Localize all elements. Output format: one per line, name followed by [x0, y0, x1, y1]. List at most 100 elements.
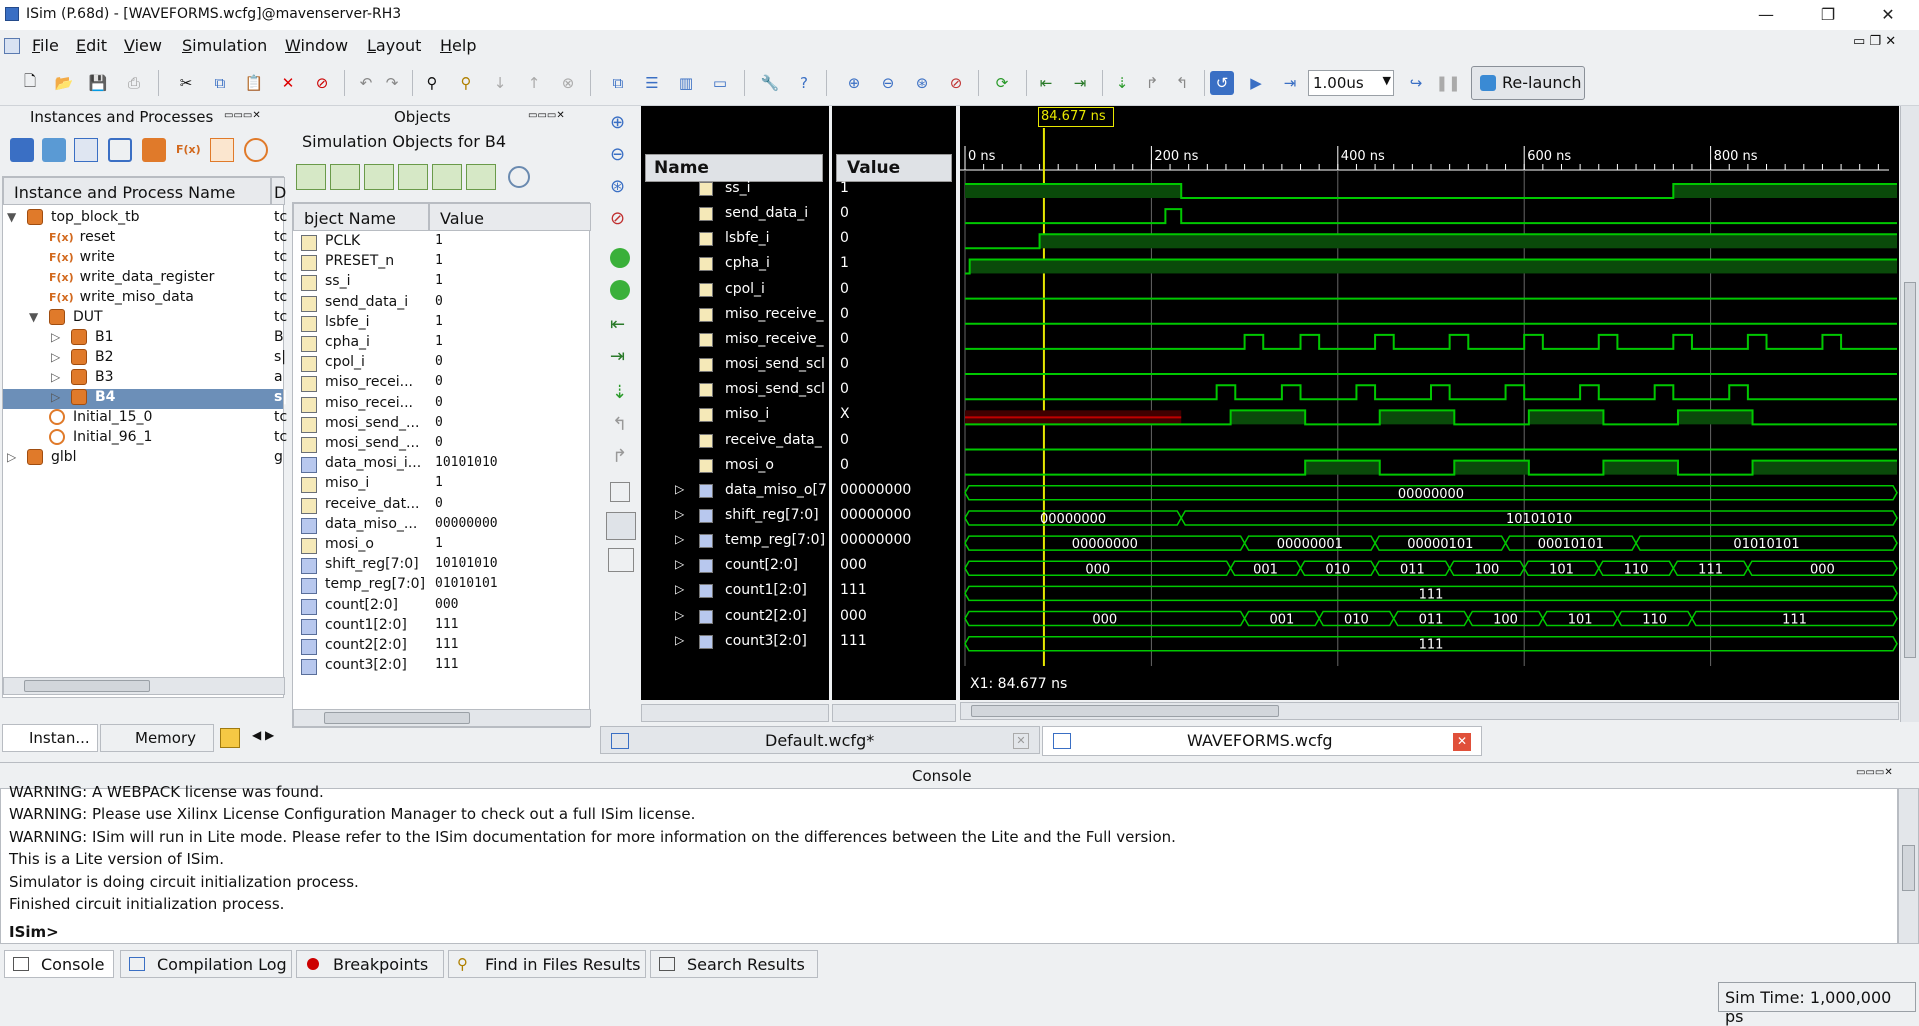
object-row[interactable]: cpha_i 1 — [293, 334, 591, 354]
tree-item[interactable]: F(x) reset tc — [3, 229, 287, 249]
column-header-object-name[interactable]: bject Name — [293, 203, 429, 231]
expand-icon[interactable] — [108, 138, 132, 162]
object-row[interactable]: PCLK 1 — [293, 233, 591, 253]
object-row[interactable]: miso_recei... 0 — [293, 374, 591, 394]
object-row[interactable]: PRESET_n 1 — [293, 253, 591, 273]
list-icon[interactable] — [74, 138, 98, 162]
find-prev-icon[interactable]: ↑ — [522, 71, 546, 95]
object-row[interactable]: temp_reg[7:0] 01010101 — [293, 576, 591, 596]
new-icon[interactable]: 🗋 — [18, 71, 42, 95]
zoom-in-icon[interactable]: ⊕ — [842, 71, 866, 95]
console-vscrollbar[interactable] — [1898, 788, 1919, 944]
tree-item[interactable]: F(x) write_data_register tc — [3, 269, 287, 289]
tile-vertical-icon[interactable]: ▥ — [674, 71, 698, 95]
run-time-input[interactable]: 1.00us ▼ — [1308, 70, 1394, 96]
tree-item[interactable]: ▼ top_block_tb tc — [3, 209, 287, 229]
restore-button[interactable]: ❐ — [1806, 3, 1850, 27]
copy-icon[interactable]: ⧉ — [208, 71, 232, 95]
object-row[interactable]: data_miso_... 00000000 — [293, 516, 591, 536]
menu-help[interactable]: Help — [440, 36, 476, 55]
prev-transition-icon[interactable]: ↰ — [612, 414, 627, 435]
prev-marker-icon[interactable] — [610, 248, 630, 268]
cut-icon[interactable]: ✂ — [174, 71, 198, 95]
object-row[interactable]: count3[2:0] 111 — [293, 657, 591, 677]
tree-item[interactable]: ▷ B1 B — [3, 329, 284, 349]
object-row[interactable]: cpol_i 0 — [293, 354, 591, 374]
menu-file[interactable]: File — [32, 36, 59, 55]
step-icon[interactable]: ⇣ — [1110, 71, 1134, 95]
tree-item[interactable]: ▷ B4 s| — [3, 389, 287, 409]
redo-icon[interactable]: ↷ — [380, 71, 404, 95]
notes-icon[interactable] — [220, 728, 240, 748]
expand-toggle-icon[interactable]: ▷ — [51, 330, 60, 344]
tree-item[interactable]: ▷ B2 s| — [3, 349, 286, 369]
relaunch-button[interactable]: Re-launch — [1471, 66, 1585, 100]
tree-item[interactable]: ▷ glbl g — [3, 449, 283, 469]
next-transition-icon[interactable]: ↱ — [612, 446, 627, 467]
close-icon[interactable]: ✕ — [1013, 733, 1029, 749]
tab-find-in-files-results[interactable]: ⚲ Find in Files Results — [448, 950, 646, 978]
process-icon[interactable] — [210, 138, 234, 162]
clear-icon[interactable]: ⊗ — [556, 71, 580, 95]
expand-toggle-icon[interactable]: ▷ — [51, 350, 60, 364]
tab-waveforms-wcfg[interactable]: WAVEFORMS.wcfg ✕ — [1042, 726, 1482, 756]
function-icon[interactable]: F(x) — [176, 138, 202, 162]
tab-memory[interactable]: Memory — [100, 724, 214, 752]
tab-search-results[interactable]: Search Results — [650, 950, 818, 978]
object-row[interactable]: mosi_send_... 0 — [293, 415, 591, 435]
column-header-design[interactable]: D — [271, 177, 286, 205]
tree-item[interactable]: Initial_96_1 tc — [3, 429, 287, 449]
step-over-icon[interactable]: ↱ — [1140, 71, 1164, 95]
tree-item[interactable]: ▼ DUT tc — [3, 309, 287, 329]
wave-vscrollbar[interactable] — [1900, 106, 1919, 722]
zoom-cursor-icon[interactable]: ⊘ — [944, 71, 968, 95]
go-end-icon[interactable]: ⇥ — [610, 346, 625, 367]
filter-icon[interactable] — [42, 138, 66, 162]
tab-breakpoints[interactable]: Breakpoints — [296, 950, 444, 978]
tab-console[interactable]: Console — [4, 950, 114, 978]
expand-toggle-icon[interactable]: ▷ — [51, 370, 60, 384]
tab-scroll-arrows[interactable]: ◀ ▶ — [252, 728, 274, 742]
column-header-value[interactable]: Value — [429, 203, 591, 231]
menu-edit[interactable]: Edit — [76, 36, 107, 55]
object-row[interactable]: miso_i 1 — [293, 475, 591, 495]
filter-constants-icon[interactable] — [432, 164, 462, 190]
paste-icon[interactable]: 📋 — [242, 71, 266, 95]
zoom-out-icon[interactable]: ⊖ — [610, 144, 625, 165]
tab-compilation-log[interactable]: Compilation Log — [120, 950, 292, 978]
find-in-files-icon[interactable]: ⚲ — [454, 71, 478, 95]
print-icon[interactable]: ⎙ — [122, 71, 146, 95]
run-for-icon[interactable]: ⇥ — [1278, 71, 1302, 95]
expand-toggle-icon[interactable]: ▷ — [7, 450, 16, 464]
help-icon[interactable]: ? — [792, 71, 816, 95]
instance-icon[interactable] — [142, 138, 166, 162]
window-icon[interactable]: ▭ — [708, 71, 732, 95]
object-row[interactable]: shift_reg[7:0] 10101010 — [293, 556, 591, 576]
layout-icon[interactable] — [608, 548, 634, 572]
filter-outputs-icon[interactable] — [330, 164, 360, 190]
find-next-icon[interactable]: ↓ — [488, 71, 512, 95]
wave-hscrollbar[interactable] — [960, 702, 1899, 720]
object-row[interactable]: receive_dat... 0 — [293, 496, 591, 516]
value-hscrollbar[interactable] — [832, 704, 956, 722]
object-row[interactable]: send_data_i 0 — [293, 294, 591, 314]
panel-controls[interactable]: ▭▭▭✕ — [528, 110, 565, 121]
zoom-fit-icon[interactable]: ⊛ — [610, 176, 625, 197]
restart-icon[interactable]: ↺ — [1210, 71, 1234, 95]
settings-icon[interactable] — [508, 166, 530, 188]
mdi-controls[interactable]: ▭ ❐ ✕ — [1853, 34, 1896, 49]
initial-icon[interactable] — [244, 138, 268, 162]
go-start-icon[interactable]: ⇤ — [1034, 71, 1058, 95]
delete-icon[interactable]: ✕ — [276, 71, 300, 95]
menu-view[interactable]: View — [124, 36, 162, 55]
object-row[interactable]: data_mosi_i... 10101010 — [293, 455, 591, 475]
expand-toggle-icon[interactable]: ▼ — [29, 310, 38, 324]
cascade-icon[interactable]: ⧉ — [606, 71, 630, 95]
run-all-icon[interactable]: ▶ — [1244, 71, 1268, 95]
console-prompt[interactable]: ISim> — [9, 923, 59, 941]
name-hscrollbar[interactable] — [641, 704, 829, 722]
objects-hscrollbar[interactable] — [293, 709, 591, 727]
filter-internal-icon[interactable] — [398, 164, 428, 190]
stop-icon[interactable]: ⊘ — [310, 71, 334, 95]
tree-item[interactable]: ▷ B3 a — [3, 369, 283, 389]
